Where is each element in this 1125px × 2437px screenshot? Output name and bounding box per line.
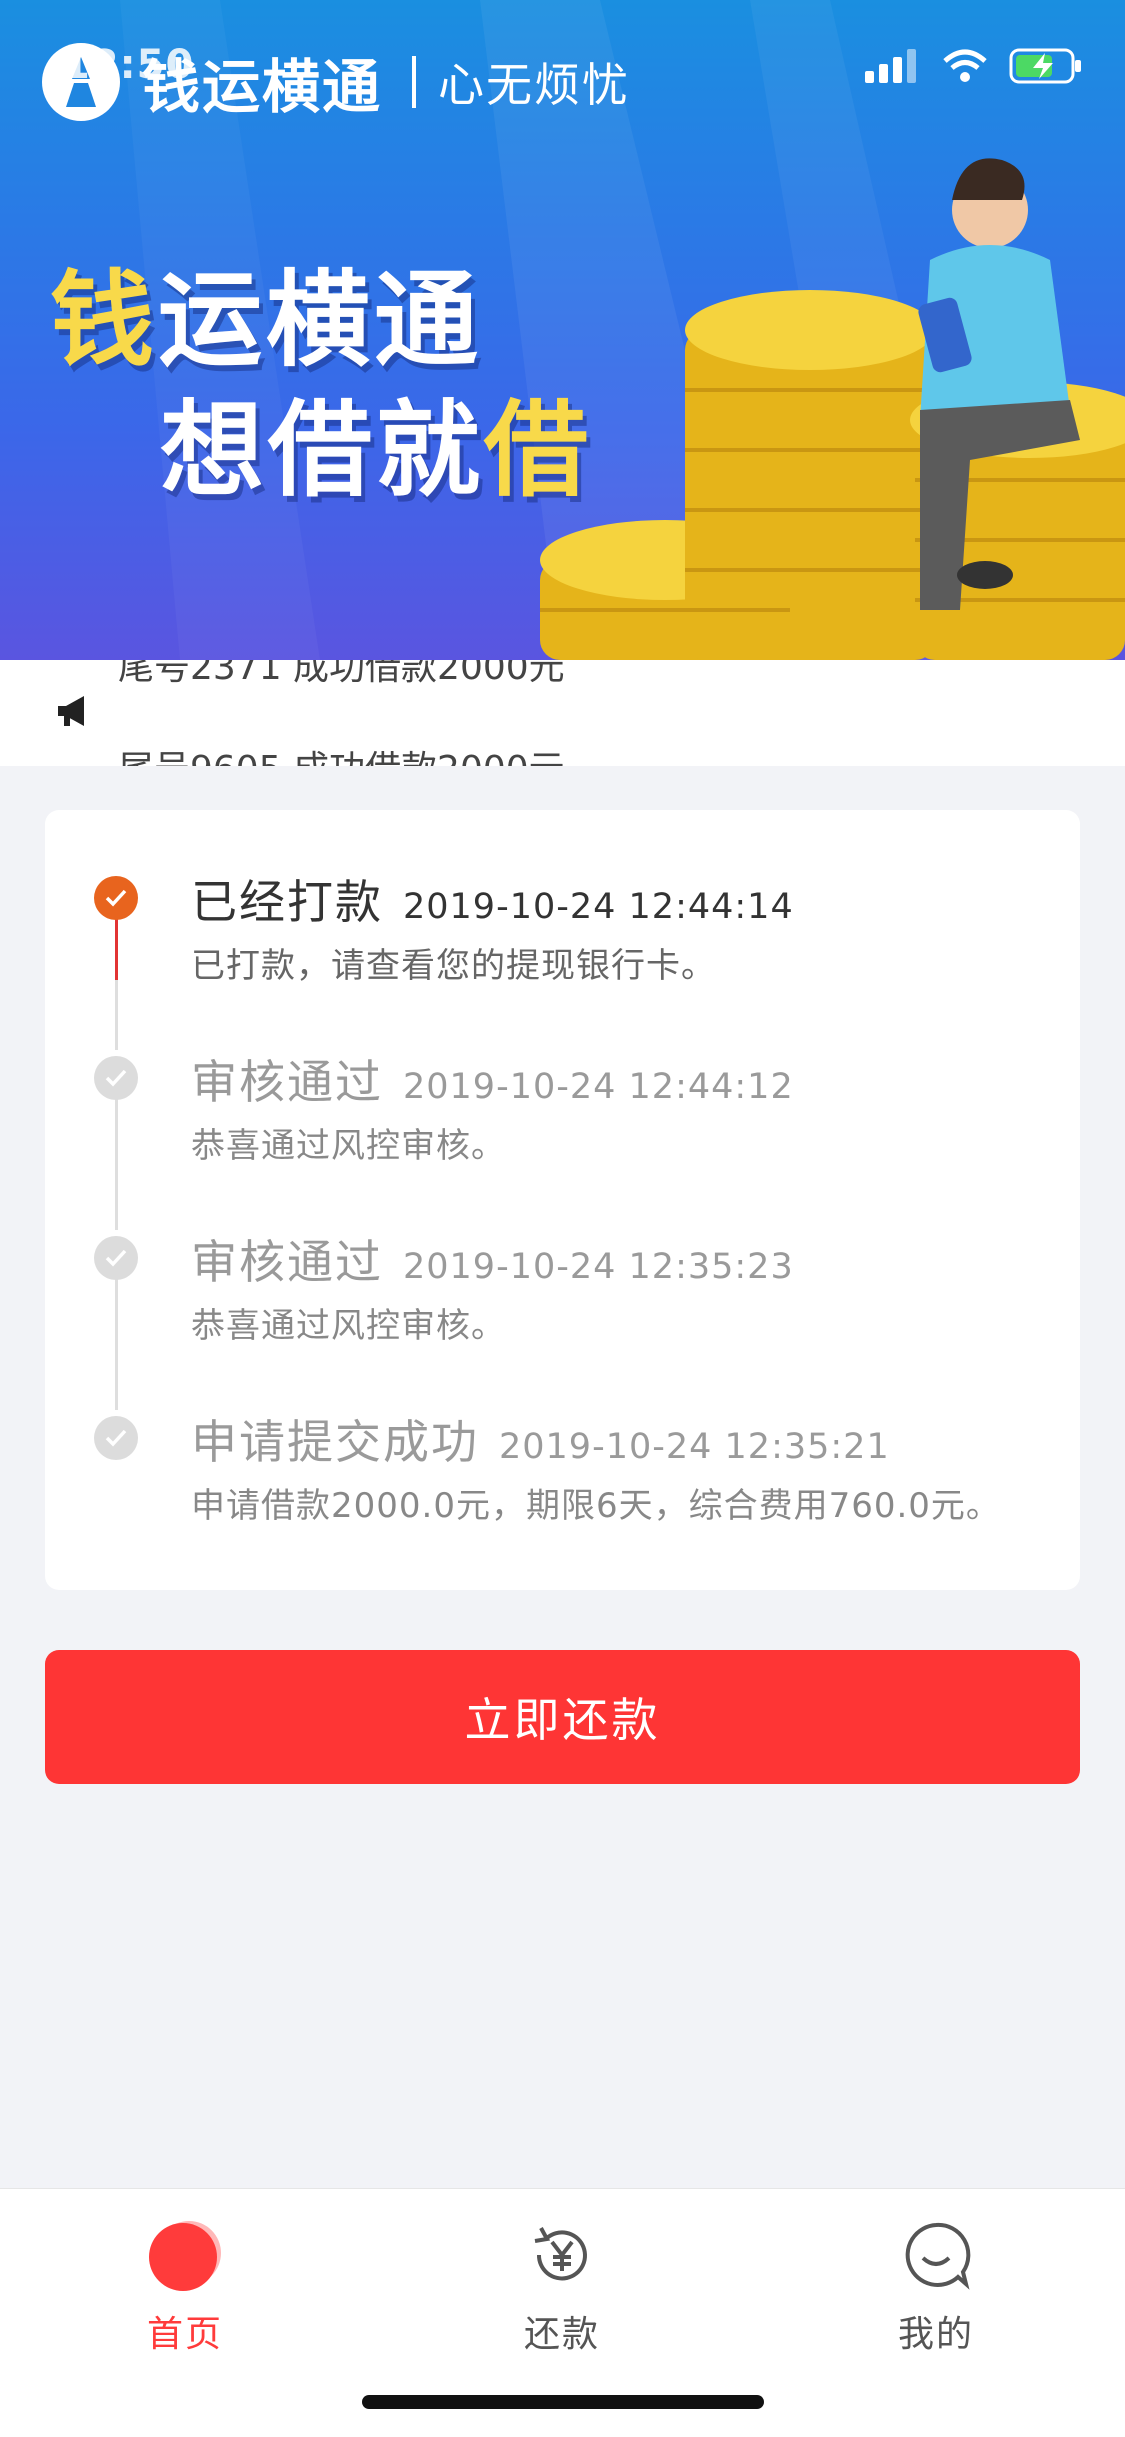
repay-yen-icon [534,2227,587,2281]
loan-status-card: 已经打款 2019-10-24 12:44:14 已打款，请查看您的提现银行卡。 … [45,810,1080,1590]
status-icons [865,48,1083,84]
home-icon [149,2221,221,2291]
step-title: 已经打款 2019-10-24 12:44:14 [191,875,794,929]
timeline-connector [115,1096,118,1230]
headline-highlight-2: 借 [484,389,593,511]
cellular-signal-icon [865,49,916,83]
step-title: 申请提交成功 2019-10-24 12:35:21 [191,1415,890,1469]
profile-chat-icon [905,2222,971,2290]
home-indicator[interactable] [362,2395,764,2409]
brand-divider [412,56,417,108]
megaphone-icon [58,696,84,726]
timeline-connector [115,980,118,1050]
status-time: 12:50 [62,42,195,88]
timeline-connector [115,1276,118,1410]
tab-repay[interactable]: 还款 [462,2215,662,2357]
banner-headline: 钱运横通 想借就借 [50,268,592,502]
step-description: 申请借款2000.0元，期限6天，综合费用760.0元。 [191,1486,1001,1526]
step-description: 恭喜通过风控审核。 [191,1126,506,1166]
brand-slogan: 心无烦忧 [438,58,631,112]
notice-text-previous: 尾号2371 成功借款2000元 [118,660,565,688]
tab-home-label: 首页 [146,2314,223,2355]
tab-repay-label: 还款 [523,2314,600,2355]
tab-mine-label: 我的 [897,2314,974,2355]
notice-text-current: 尾号9605 成功借款2000元 [118,740,565,766]
step-title: 审核通过 2019-10-24 12:44:12 [191,1055,794,1109]
step-description: 已打款，请查看您的提现银行卡。 [191,946,716,986]
battery-icon [1009,48,1081,84]
headline-line2: 想借就 [160,389,485,511]
promo-banner[interactable]: 钱运横通 心无烦忧 12:50 钱运横通 想借就借 [0,0,1125,660]
check-circle-icon [94,876,138,920]
loan-notice-ticker: 尾号2371 成功借款2000元 尾号9605 成功借款2000元 [0,660,1125,766]
check-circle-icon [94,1236,138,1280]
headline-line1: 运横通 [158,259,483,381]
step-title: 审核通过 2019-10-24 12:35:23 [191,1235,794,1289]
tab-home[interactable]: 首页 [85,2215,285,2357]
headline-highlight-1: 钱 [50,259,159,381]
tab-mine[interactable]: 我的 [836,2215,1036,2357]
check-circle-icon [94,1056,138,1100]
check-circle-icon [94,1416,138,1460]
repay-now-button[interactable]: 立即还款 [45,1650,1080,1784]
step-description: 恭喜通过风控审核。 [191,1306,506,1346]
wifi-icon [943,49,987,82]
